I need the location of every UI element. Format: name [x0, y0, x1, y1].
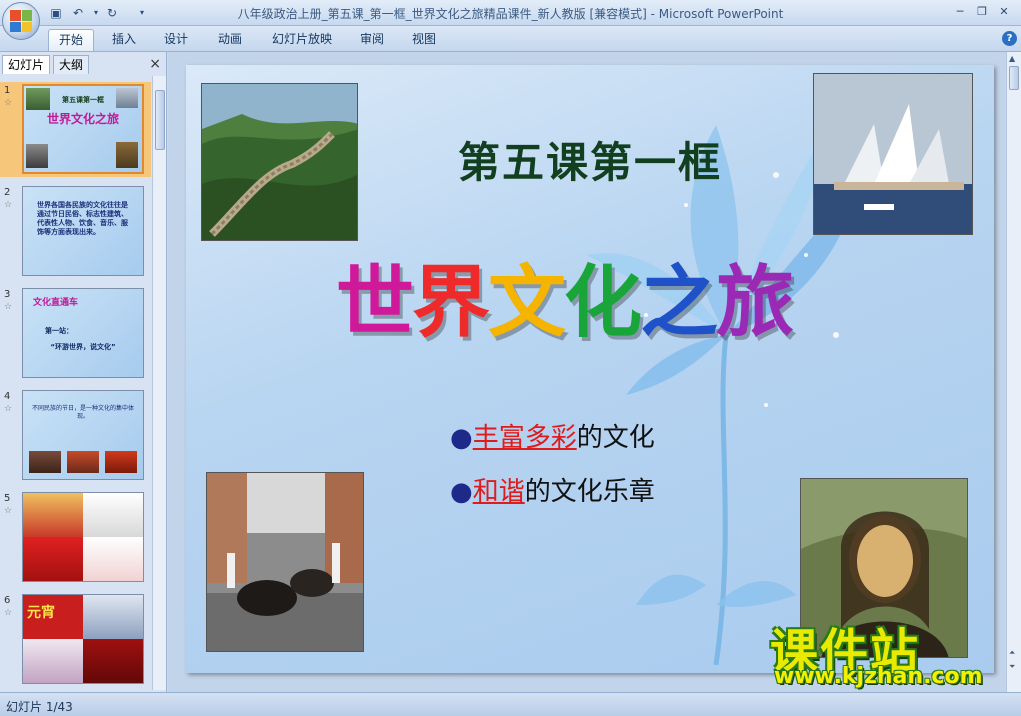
slide-thumbnail-2[interactable]: 2 ☆ 世界各国各民族的文化往往是通过节日民俗、标志性建筑、代表性人物、饮食、音…	[0, 184, 151, 279]
tab-design[interactable]: 设计	[156, 29, 196, 51]
thumbnail-preview	[22, 492, 144, 582]
next-slide-icon[interactable]: ⏷	[1009, 662, 1015, 672]
help-icon[interactable]: ?	[1002, 31, 1017, 46]
thumb-line: 不同民族的节日，是一种文化的集中体现。	[31, 405, 134, 420]
thumb-photo	[67, 451, 99, 473]
bullet-item: ●丰富多彩的文化	[450, 417, 655, 454]
thumb-photo	[83, 639, 143, 683]
thumb-photo	[83, 493, 143, 537]
slide-thumbnail-1[interactable]: 1 ☆ 第五课第一框 世界文化之旅	[0, 82, 151, 177]
main-title: 世界文化之旅	[336, 240, 856, 348]
thumb-line: 文化直通车	[33, 298, 79, 308]
bullet-emphasis: 丰富多彩	[472, 423, 577, 453]
transition-star-icon: ☆	[4, 98, 13, 108]
slides-panel: 幻灯片 大纲 × 1 ☆ 第五课第一框 世界文化之旅 2 ☆ 世界各国各民族的文…	[0, 52, 167, 692]
window-title: 八年级政治上册_第五课_第一框_世界文化之旅精品课件_新人教版 [兼容模式] -…	[237, 7, 784, 21]
bullet-item: ●和谐的文化乐章	[450, 471, 655, 508]
watermark-url: www.kjzhan.com	[774, 664, 983, 689]
slide-thumbnail-4[interactable]: 4 ☆ 不同民族的节日，是一种文化的集中体现。	[0, 388, 151, 483]
scrollbar-thumb[interactable]	[1009, 66, 1019, 90]
bullet-emphasis: 和谐	[472, 477, 525, 507]
panel-tabs: 幻灯片 大纲 ×	[0, 54, 167, 74]
close-icon[interactable]: ✕	[994, 4, 1014, 20]
tab-review[interactable]: 审阅	[352, 29, 392, 51]
slide-number: 1	[4, 85, 11, 96]
title-char: 化	[564, 258, 642, 348]
office-logo-icon	[10, 10, 32, 32]
minimize-icon[interactable]: ─	[950, 4, 970, 20]
tab-animation[interactable]: 动画	[210, 29, 250, 51]
slide-canvas[interactable]: 第五课第一框 世界文化之旅 ●丰富多彩的文化 ●和谐的文化乐章	[186, 65, 994, 673]
tab-outline[interactable]: 大纲	[53, 55, 90, 74]
slide-number: 6	[4, 595, 11, 606]
slide-thumbnail-6[interactable]: 6 ☆ 元宵	[0, 592, 151, 687]
thumbnail-preview: 世界各国各民族的文化往往是通过节日民俗、标志性建筑、代表性人物、饮食、音乐、服饰…	[22, 186, 144, 276]
transition-star-icon: ☆	[4, 200, 13, 210]
lesson-title: 第五课第一框	[457, 138, 722, 187]
title-char: 旅	[716, 258, 794, 348]
bullet-dot: ●	[450, 477, 473, 507]
editor-scrollbar[interactable]: ▲ ⏶ ⏷	[1006, 52, 1021, 692]
tab-view[interactable]: 视图	[404, 29, 444, 51]
slide-thumbnail-5[interactable]: 5 ☆	[0, 490, 151, 585]
thumb-photo	[23, 537, 83, 581]
slide-counter: 幻灯片 1/43	[6, 700, 73, 714]
slide-number: 4	[4, 391, 11, 402]
thumb-photo	[26, 144, 48, 168]
thumb-photo	[29, 451, 61, 473]
tab-slideshow[interactable]: 幻灯片放映	[264, 29, 340, 51]
thumbnail-preview: 不同民族的节日，是一种文化的集中体现。	[22, 390, 144, 480]
transition-star-icon: ☆	[4, 302, 13, 312]
slide-thumbnails: 1 ☆ 第五课第一框 世界文化之旅 2 ☆ 世界各国各民族的文化往往是通过节日民…	[0, 76, 151, 690]
thumb-photo	[105, 451, 137, 473]
tab-slides[interactable]: 幻灯片	[2, 55, 51, 74]
title-bar: ▣ ↶ ▾ ↻ ▾ 八年级政治上册_第五课_第一框_世界文化之旅精品课件_新人教…	[0, 0, 1021, 40]
bullet-text: 的文化乐章	[524, 477, 655, 507]
slide-thumbnail-3[interactable]: 3 ☆ 文化直通车 第一站： “环游世界，说文化”	[0, 286, 151, 381]
scrollbar-thumb[interactable]	[155, 90, 165, 150]
thumbnail-preview: 第五课第一框 世界文化之旅	[22, 84, 144, 174]
thumbnail-preview: 文化直通车 第一站： “环游世界，说文化”	[22, 288, 144, 378]
transition-star-icon: ☆	[4, 608, 13, 618]
title-char: 界	[412, 258, 490, 348]
slide-number: 3	[4, 289, 11, 300]
slide-editor: 第五课第一框 世界文化之旅 ●丰富多彩的文化 ●和谐的文化乐章	[168, 52, 1006, 692]
bullet-text: 的文化	[576, 423, 655, 453]
slide-number: 2	[4, 187, 11, 198]
thumb-line: “环游世界，说文化”	[50, 343, 116, 351]
title-char: 之	[640, 258, 718, 348]
thumbnail-preview: 元宵	[22, 594, 144, 684]
thumb-line: 世界各国各民族的文化往往是通过节日民俗、标志性建筑、代表性人物、饮食、音乐、服饰…	[37, 201, 128, 236]
title-char: 世	[336, 258, 414, 348]
panel-scrollbar[interactable]	[152, 76, 166, 690]
thumb-photo	[23, 493, 83, 537]
thumb-photo	[83, 595, 143, 639]
close-panel-icon[interactable]: ×	[149, 56, 161, 72]
slide-number: 5	[4, 493, 11, 504]
ribbon-tabs: 开始 插入 设计 动画 幻灯片放映 审阅 视图 ?	[0, 26, 1021, 52]
thumb-line: 第五课第一框	[62, 96, 104, 104]
thumb-photo	[116, 142, 138, 168]
thumb-photo	[83, 537, 143, 581]
prev-slide-icon[interactable]: ⏶	[1009, 648, 1015, 658]
running-of-bulls-photo	[206, 472, 364, 652]
thumb-line: 世界文化之旅	[46, 112, 119, 126]
tab-insert[interactable]: 插入	[104, 29, 144, 51]
scroll-up-icon[interactable]: ▲	[1009, 54, 1015, 63]
title-char: 文	[488, 258, 566, 348]
office-button[interactable]	[2, 2, 40, 40]
bullet-dot: ●	[450, 423, 473, 453]
status-bar: 幻灯片 1/43	[0, 692, 1021, 716]
transition-star-icon: ☆	[4, 506, 13, 516]
restore-icon[interactable]: ❐	[972, 4, 992, 20]
thumb-line: 第一站：	[45, 327, 73, 335]
thumb-photo	[23, 639, 83, 683]
thumb-line: 元宵	[27, 605, 55, 621]
transition-star-icon: ☆	[4, 404, 13, 414]
tab-home[interactable]: 开始	[48, 29, 94, 51]
